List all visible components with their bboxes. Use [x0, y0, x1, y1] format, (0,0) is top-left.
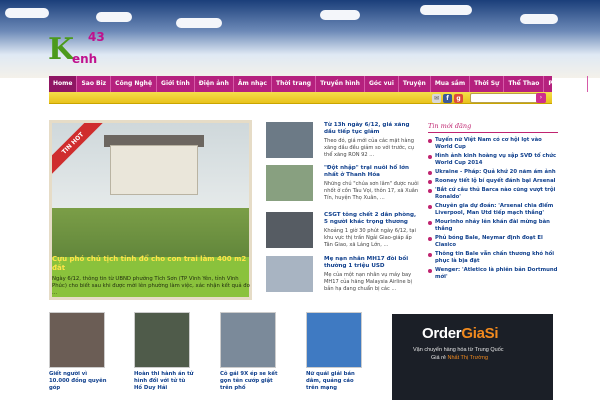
photo-house [110, 145, 198, 195]
mail-icon[interactable]: ✉ [432, 93, 441, 103]
nav-item-sao-biz[interactable]: Sao Biz [77, 76, 112, 92]
news-title[interactable]: Mẹ nạn nhân MH17 đòi bồi thường 1 triệu … [324, 256, 421, 270]
nav-item-goc-vui[interactable]: Góc vui [365, 76, 399, 92]
ad-tagline: Giá rẻ Nhất Thị Trường [431, 355, 488, 361]
cloud-decoration [420, 5, 472, 15]
ad-title: OrderGiaSi [422, 325, 499, 342]
news-title[interactable]: CSGT tông chết 2 dân phòng, 5 người khác… [324, 212, 421, 226]
news-item[interactable]: CSGT tông chết 2 dân phòng, 5 người khác… [266, 212, 422, 257]
ad-title-part: Order [422, 325, 462, 342]
hot-news-feature[interactable]: TIN HOT [49, 120, 252, 300]
search-icon[interactable]: › [536, 93, 546, 103]
bottom-thumbnail[interactable] [306, 312, 362, 368]
list-item[interactable]: 'Bắt cứ câu thủ Barca nào cũng vượt trội… [428, 186, 558, 202]
cloud-decoration [320, 10, 360, 20]
list-item[interactable]: Phủ bóng Bale, Neymar định đoạt El Clasi… [428, 234, 558, 250]
search-input[interactable]: › [470, 93, 546, 103]
ad-tagline-highlight: Nhất Thị Trường [447, 355, 489, 361]
main-nav: Home Sao Biz Công Nghệ Giới tính Điện ản… [49, 76, 588, 92]
nav-item-am-nhac[interactable]: Âm nhạc [234, 76, 272, 92]
logo-subtext: enh [72, 52, 98, 66]
ad-banner[interactable]: OrderGiaSi Vận chuyển hàng hóa từ Trung … [392, 314, 553, 400]
news-item[interactable]: Từ 13h ngày 6/12, giá xăng dầu tiếp tục … [266, 122, 422, 167]
hot-title[interactable]: Cựu phó chủ tịch tỉnh đổ cho con trai là… [52, 255, 250, 273]
nav-item-phap-luat[interactable]: Pháp Luật [544, 76, 588, 92]
ad-subtitle: Vận chuyển hàng hóa từ Trung Quốc [413, 347, 504, 353]
ad-title-highlight: GiaSi [461, 325, 499, 342]
list-item[interactable]: Chuyên gia dự đoán: 'Arsenal chia điểm L… [428, 202, 558, 218]
news-item[interactable]: Mẹ nạn nhân MH17 đòi bồi thường 1 triệu … [266, 256, 422, 301]
news-summary: Khoảng 1 giờ 30 phút ngày 6/12, tại khu … [324, 228, 416, 248]
news-thumbnail[interactable] [266, 165, 313, 201]
bottom-thumbnail[interactable] [49, 312, 105, 368]
list-item[interactable]: Thông tin Bale vẫn chấn thương khó hồi p… [428, 250, 558, 266]
nav-item-home[interactable]: Home [49, 76, 78, 92]
nav-item-thoi-trang[interactable]: Thời trang [272, 76, 317, 92]
logo-letter: K [48, 32, 75, 67]
news-summary: Theo đó, giá mới của các mặt hàng xăng d… [324, 138, 415, 158]
bottom-title[interactable]: Giết người vì 10.000 đồng quyên góp [49, 371, 109, 392]
bottom-thumbnail[interactable] [220, 312, 276, 368]
nav-item-dien-anh[interactable]: Điện ảnh [195, 76, 234, 92]
latest-news-sidebar: Tin mới đăng Tuyển nữ Việt Nam có cơ hội… [428, 122, 558, 282]
news-summary: Những chú "chúa sơn lâm" được nuôi nhốt … [324, 181, 419, 201]
news-thumbnail[interactable] [266, 256, 313, 292]
nav-item-cong-nghe[interactable]: Công Nghệ [111, 76, 158, 92]
list-item[interactable]: Wenger: 'Atletico là phiên bản Dortmund … [428, 266, 558, 282]
logo-number: 43 [88, 30, 105, 44]
list-item[interactable]: Hình ảnh kinh hoàng vụ sập SVĐ tổ chức W… [428, 152, 558, 168]
cloud-decoration [176, 18, 222, 28]
page: K 43 enh Home Sao Biz Công Nghệ Giới tín… [0, 0, 600, 400]
news-title[interactable]: "Đột nhập" trại nuôi hổ lớn nhất ở Thanh… [324, 165, 421, 179]
google-plus-icon[interactable]: g [454, 93, 463, 103]
list-item[interactable]: Tuyển nữ Việt Nam có cơ hội lọt vào Worl… [428, 136, 558, 152]
cloud-decoration [96, 12, 132, 22]
nav-item-mua-sam[interactable]: Mua sắm [431, 76, 471, 92]
facebook-icon[interactable]: f [443, 93, 452, 103]
nav-item-the-thao[interactable]: Thể Thao [504, 76, 545, 92]
nav-item-truyen[interactable]: Truyện [399, 76, 431, 92]
news-summary: Mẹ của một nạn nhân vụ máy bay MH17 của … [324, 272, 412, 292]
nav-item-gioi-tinh[interactable]: Giới tính [157, 76, 195, 92]
bottom-title[interactable]: Hoàn thi hành án tử hình đối với tử tù H… [134, 371, 194, 392]
cloud-decoration [5, 8, 49, 18]
news-title[interactable]: Từ 13h ngày 6/12, giá xăng dầu tiếp tục … [324, 122, 421, 136]
news-thumbnail[interactable] [266, 212, 313, 248]
social-icons: ✉ f g [432, 92, 463, 104]
bottom-title[interactable]: Nữ quái giải bán dâm, quảng cáo trên mạn… [306, 371, 366, 392]
nav-item-thoi-su[interactable]: Thời Sự [470, 76, 505, 92]
list-item[interactable]: Rooney tiết lộ bí quyết đánh bại Arsenal [428, 177, 558, 186]
bottom-title[interactable]: Cô gái 9X ép se kết gọn tên cướp giật tr… [220, 371, 280, 392]
nav-item-truyen-hinh[interactable]: Truyền hình [316, 76, 365, 92]
ad-tagline-part: Giá rẻ [431, 355, 448, 361]
site-logo[interactable]: K 43 enh [48, 28, 105, 68]
hot-summary: Ngày 6/12, thông tin từ UBND phường Tích… [52, 276, 250, 296]
news-item[interactable]: "Đột nhập" trại nuôi hổ lớn nhất ở Thanh… [266, 165, 422, 210]
list-item[interactable]: Mourinho nhảy lên khán đài mừng bàn thắn… [428, 218, 558, 234]
sidebar-title: Tin mới đăng [428, 122, 558, 133]
list-item[interactable]: Ukraine - Pháp: Quả khứ 20 năm ám ảnh [428, 168, 558, 177]
news-thumbnail[interactable] [266, 122, 313, 158]
cloud-decoration [520, 14, 558, 24]
bottom-thumbnail[interactable] [134, 312, 190, 368]
sidebar-list: Tuyển nữ Việt Nam có cơ hội lọt vào Worl… [428, 136, 558, 282]
